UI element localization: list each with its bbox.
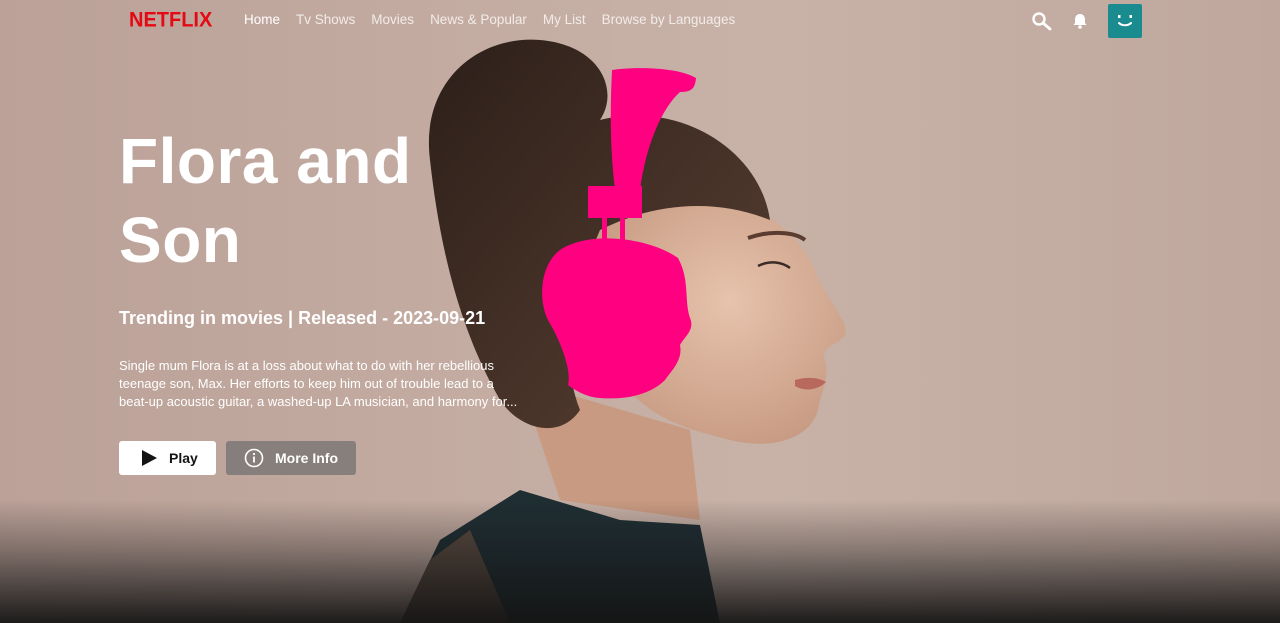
nav-link-tv-shows[interactable]: Tv Shows — [296, 12, 355, 27]
play-button[interactable]: Play — [119, 441, 216, 475]
nav-link-movies[interactable]: Movies — [371, 12, 414, 27]
nav-link-home[interactable]: Home — [244, 12, 280, 27]
search-button[interactable] — [1030, 4, 1054, 38]
more-info-button-label: More Info — [275, 450, 338, 466]
more-info-button[interactable]: More Info — [226, 441, 356, 475]
profile-avatar[interactable] — [1108, 4, 1142, 38]
nav-links: Home Tv Shows Movies News & Popular My L… — [244, 12, 751, 27]
bell-icon — [1073, 14, 1087, 29]
nav-link-news-popular[interactable]: News & Popular — [430, 12, 527, 27]
nav-link-browse-by-languages[interactable]: Browse by Languages — [602, 12, 736, 27]
search-icon — [1032, 12, 1052, 31]
info-icon — [244, 448, 264, 468]
nav-link-my-list[interactable]: My List — [543, 12, 586, 27]
play-button-label: Play — [169, 450, 198, 466]
movie-description: Single mum Flora is at a loss about what… — [119, 358, 518, 409]
movie-tagline: Trending in movies | Released - 2023-09-… — [119, 308, 486, 328]
netflix-logo[interactable]: NETFLIX — [129, 8, 212, 32]
hero-actions: Play More Info — [119, 441, 356, 475]
notifications-button[interactable] — [1068, 4, 1092, 38]
movie-title: Flora and Son — [119, 125, 412, 276]
nav-actions — [1030, 4, 1142, 38]
top-navigation: NETFLIX Home Tv Shows Movies News & Popu… — [0, 0, 1280, 42]
bottom-gradient — [0, 500, 1280, 623]
play-icon — [140, 449, 158, 467]
smiley-icon — [1118, 15, 1132, 27]
